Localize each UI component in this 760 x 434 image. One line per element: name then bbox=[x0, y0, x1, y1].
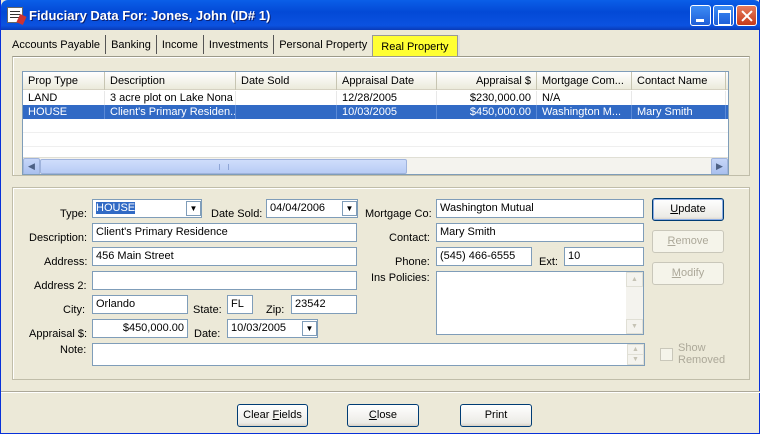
clear-fields-button[interactable]: Clear Fields bbox=[237, 404, 308, 427]
window-title: Fiduciary Data For: Jones, John (ID# 1) bbox=[29, 8, 271, 23]
col-more bbox=[726, 72, 728, 90]
cell-mortgage: N/A bbox=[537, 91, 632, 105]
cell-mortgage: Washington M... bbox=[537, 105, 632, 119]
phone-field[interactable]: (545) 466-6555 bbox=[436, 247, 532, 266]
appraisal-label: Appraisal $: bbox=[29, 328, 88, 340]
cell-prop-type: HOUSE bbox=[23, 105, 105, 119]
table-row[interactable]: LAND 3 acre plot on Lake Nona 12/28/2005… bbox=[23, 91, 728, 105]
main-window: Fiduciary Data For: Jones, John (ID# 1) … bbox=[0, 0, 760, 434]
scroll-down-icon[interactable]: ▼ bbox=[627, 354, 644, 365]
address-label: Address: bbox=[44, 256, 88, 268]
app-icon bbox=[7, 7, 23, 23]
chevron-left-icon[interactable]: ◀ bbox=[23, 158, 40, 174]
contact-label: Contact: bbox=[389, 232, 430, 244]
note-label: Note: bbox=[60, 344, 87, 356]
empty-row bbox=[23, 119, 728, 133]
state-label: State: bbox=[193, 304, 222, 316]
state-field[interactable]: FL bbox=[227, 295, 253, 314]
modify-button[interactable]: Modify bbox=[652, 262, 724, 285]
city-label: City: bbox=[63, 304, 85, 316]
cell-appraisal-amount: $230,000.00 bbox=[437, 91, 537, 105]
col-appraisal-date[interactable]: Appraisal Date bbox=[337, 72, 437, 90]
note-scrollbar[interactable]: ▲ ▼ bbox=[627, 344, 644, 365]
type-label: Type: bbox=[60, 208, 87, 220]
tab-banking[interactable]: Banking bbox=[106, 35, 157, 54]
ins-policies-label: Ins Policies: bbox=[371, 272, 430, 284]
address2-field[interactable] bbox=[92, 271, 357, 290]
cell-date-sold bbox=[236, 105, 337, 119]
table-row-selected[interactable]: HOUSE Client's Primary Residen... 10/03/… bbox=[23, 105, 728, 119]
ins-policies-field[interactable]: ▲ ▼ bbox=[436, 271, 644, 335]
zip-field[interactable]: 23542 bbox=[291, 295, 357, 314]
tab-accounts-payable[interactable]: Accounts Payable bbox=[7, 35, 107, 54]
tab-investments[interactable]: Investments bbox=[204, 35, 275, 54]
ext-field[interactable]: 10 bbox=[564, 247, 644, 266]
cell-contact: Mary Smith bbox=[632, 105, 726, 119]
show-removed-label: Show Removed bbox=[678, 342, 726, 366]
cell-appraisal-date: 10/03/2005 bbox=[337, 105, 437, 119]
chevron-right-icon[interactable]: ▶ bbox=[711, 158, 728, 174]
appraisal-date-label: Date: bbox=[194, 328, 221, 340]
property-grid[interactable]: Prop Type Description Date Sold Appraisa… bbox=[22, 71, 729, 175]
tab-strip: Accounts Payable Banking Income Investme… bbox=[7, 30, 458, 58]
address2-label: Address 2: bbox=[34, 280, 87, 292]
cell-date-sold bbox=[236, 91, 337, 105]
update-button[interactable]: Update bbox=[652, 198, 724, 221]
close-button[interactable]: Close bbox=[347, 404, 419, 427]
tab-real-property-label: Real Property bbox=[381, 41, 449, 53]
col-contact-name[interactable]: Contact Name bbox=[632, 72, 726, 90]
tab-personal-property[interactable]: Personal Property bbox=[274, 35, 372, 54]
scroll-up-icon[interactable]: ▲ bbox=[626, 272, 643, 287]
scroll-thumb[interactable] bbox=[40, 159, 407, 174]
grid-header: Prop Type Description Date Sold Appraisa… bbox=[23, 72, 728, 90]
title-bar[interactable]: Fiduciary Data For: Jones, John (ID# 1) bbox=[1, 0, 760, 30]
close-window-button[interactable] bbox=[736, 5, 757, 26]
maximize-button[interactable] bbox=[713, 5, 734, 26]
address-field[interactable]: 456 Main Street bbox=[92, 247, 357, 266]
date-sold-label: Date Sold: bbox=[211, 208, 263, 220]
cell-description: 3 acre plot on Lake Nona bbox=[105, 91, 236, 105]
tab-income[interactable]: Income bbox=[157, 35, 204, 54]
remove-button[interactable]: Remove bbox=[652, 230, 724, 253]
col-mortgage-company[interactable]: Mortgage Com... bbox=[537, 72, 632, 90]
cell-appraisal-date: 12/28/2005 bbox=[337, 91, 437, 105]
chevron-down-icon[interactable]: ▼ bbox=[302, 321, 317, 336]
chevron-down-icon[interactable]: ▼ bbox=[342, 201, 357, 216]
col-appraisal-amount[interactable]: Appraisal $ bbox=[437, 72, 537, 90]
col-prop-type[interactable]: Prop Type bbox=[23, 72, 105, 90]
mortgage-co-label: Mortgage Co: bbox=[365, 208, 432, 220]
tab-real-property[interactable]: Real Property bbox=[372, 35, 458, 58]
col-description[interactable]: Description bbox=[105, 72, 236, 90]
col-date-sold[interactable]: Date Sold bbox=[236, 72, 337, 90]
empty-row bbox=[23, 133, 728, 147]
print-button[interactable]: Print bbox=[460, 404, 532, 427]
ins-policies-scrollbar[interactable]: ▲ ▼ bbox=[626, 272, 643, 334]
cell-contact bbox=[632, 91, 726, 105]
bottom-separator bbox=[1, 391, 760, 393]
scroll-down-icon[interactable]: ▼ bbox=[626, 319, 643, 334]
cell-appraisal-amount: $450,000.00 bbox=[437, 105, 537, 119]
cell-description: Client's Primary Residen... bbox=[105, 105, 236, 119]
description-field[interactable]: Client's Primary Residence bbox=[92, 223, 357, 242]
appraisal-field[interactable]: $450,000.00 bbox=[92, 319, 188, 338]
contact-field[interactable]: Mary Smith bbox=[436, 223, 644, 242]
description-label: Description: bbox=[29, 232, 88, 244]
horizontal-scrollbar[interactable]: ◀ ▶ bbox=[23, 157, 728, 174]
cell-prop-type: LAND bbox=[23, 91, 105, 105]
minimize-button[interactable] bbox=[690, 5, 711, 26]
ext-label: Ext: bbox=[539, 256, 558, 268]
zip-label: Zip: bbox=[266, 304, 285, 316]
show-removed-checkbox[interactable] bbox=[660, 348, 673, 361]
city-field[interactable]: Orlando bbox=[92, 295, 188, 314]
note-field[interactable]: ▲ ▼ bbox=[92, 343, 645, 366]
type-value: HOUSE bbox=[96, 202, 136, 214]
chevron-down-icon[interactable]: ▼ bbox=[186, 201, 201, 216]
phone-label: Phone: bbox=[395, 256, 430, 268]
mortgage-co-field[interactable]: Washington Mutual bbox=[436, 199, 644, 218]
